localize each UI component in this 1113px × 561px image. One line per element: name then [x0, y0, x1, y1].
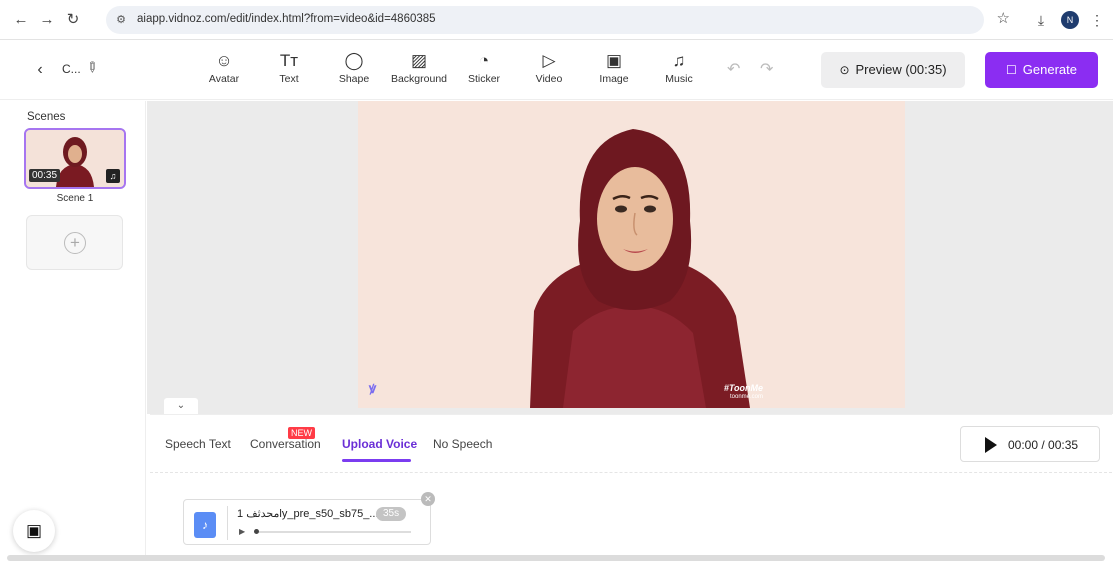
voice-duration-badge: 35s: [376, 507, 407, 521]
tool-label: Background: [390, 73, 448, 85]
reload-icon[interactable]: ↻: [62, 9, 84, 31]
tab-no-speech[interactable]: No Speech: [433, 437, 492, 451]
site-settings-icon[interactable]: ⚙: [112, 11, 130, 29]
tool-avatar[interactable]: ☺ Avatar: [194, 50, 254, 85]
tool-sticker[interactable]: ◔ Sticker: [454, 50, 514, 85]
generate-button[interactable]: ☐ Generate: [985, 52, 1098, 88]
tab-upload-voice[interactable]: Upload Voice: [342, 437, 417, 451]
scrubber-track[interactable]: [259, 531, 411, 533]
scene-label: Scene 1: [56, 193, 94, 204]
tool-label: Text: [279, 73, 299, 85]
preview-label: Preview (00:35): [855, 62, 947, 77]
back-button[interactable]: ‹: [28, 58, 52, 82]
avatar-image[interactable]: [358, 101, 905, 408]
play-icon[interactable]: [985, 437, 997, 453]
background-icon: ▨: [410, 51, 428, 70]
scene-thumbnail[interactable]: 00:35 ♫: [24, 128, 126, 189]
tool-label: Music: [665, 73, 693, 85]
tool-image[interactable]: ▣ Image: [584, 50, 644, 85]
kebab-menu-icon[interactable]: ⋮: [1086, 9, 1108, 31]
video-icon: ▷: [542, 51, 556, 70]
audio-file-icon: ♪: [194, 512, 216, 538]
profile-avatar[interactable]: N: [1061, 11, 1079, 29]
scenes-panel: Scenes 00:35 ♫ Scene 1 + ▣: [0, 101, 146, 561]
download-icon[interactable]: ⤓: [1030, 9, 1052, 31]
tool-label: Sticker: [467, 73, 501, 85]
vidnoz-logo-icon: ꝟ: [369, 380, 377, 396]
generate-label: Generate: [1022, 62, 1077, 77]
bookmark-star-icon[interactable]: ☆: [997, 9, 1010, 27]
plus-icon: +: [64, 232, 86, 254]
add-scene-button[interactable]: +: [26, 215, 123, 270]
video-canvas[interactable]: ꝟ #ToonMe toonme.com: [358, 101, 905, 408]
undo-icon[interactable]: ↶: [727, 59, 740, 79]
preview-button[interactable]: ⊙ Preview (00:35): [821, 52, 965, 88]
active-tab-indicator: [342, 459, 411, 462]
tool-text[interactable]: Tт Text: [259, 50, 319, 85]
shape-icon: ◯: [344, 51, 364, 70]
tool-label: Avatar: [208, 73, 240, 85]
image-icon: ▣: [605, 51, 623, 70]
tool-music[interactable]: ♫ Music: [649, 50, 709, 85]
music-icon: ♫: [672, 51, 686, 70]
redo-icon[interactable]: ↷: [760, 59, 773, 79]
uploaded-voice-card[interactable]: ♪ 1 محدثفly_pre_s50_sb75_... 35s ▶ ✕: [183, 492, 435, 545]
tool-video[interactable]: ▷ Video: [519, 50, 579, 85]
generate-icon: ☐: [1006, 63, 1017, 77]
tab-divider: [150, 472, 1112, 473]
canvas-stage: ꝟ #ToonMe toonme.com: [147, 101, 1113, 414]
horizontal-scrollbar[interactable]: [7, 555, 1105, 561]
audio-player[interactable]: 00:00 / 00:35: [960, 426, 1100, 462]
sticker-icon: ◔: [478, 51, 490, 70]
forward-arrow-icon[interactable]: →: [36, 9, 58, 31]
address-bar[interactable]: ⚙ aiapp.vidnoz.com/edit/index.html?from=…: [106, 6, 1010, 34]
chat-support-icon[interactable]: ▣: [13, 510, 55, 552]
text-icon: Tт: [279, 51, 299, 70]
watermark-site: toonme.com: [729, 394, 763, 400]
edit-pen-icon[interactable]: ✎: [82, 57, 102, 77]
scenes-title: Scenes: [27, 111, 66, 123]
card-divider: [227, 506, 228, 540]
remove-file-icon[interactable]: ✕: [421, 492, 435, 506]
tab-speech-text[interactable]: Speech Text: [165, 437, 231, 451]
tab-conversation[interactable]: Conversation: [250, 437, 321, 451]
play-circle-icon: ⊙: [839, 63, 850, 77]
mini-play-icon[interactable]: ▶: [239, 527, 245, 536]
watermark-tag: #ToonMe: [723, 383, 763, 393]
back-arrow-icon[interactable]: ←: [10, 9, 32, 31]
editor-toolbar: ‹ C... ✎ ☺ Avatar Tт Text ◯ Shape ▨ Back…: [0, 40, 1113, 100]
tool-label: Video: [535, 73, 563, 85]
voice-file-name: 1 محدثفly_pre_s50_sb75_...: [237, 508, 377, 520]
scene-duration: 00:35: [29, 169, 61, 182]
tool-background[interactable]: ▨ Background: [389, 50, 449, 85]
player-time: 00:00 / 00:35: [1008, 438, 1079, 452]
url-text[interactable]: aiapp.vidnoz.com/edit/index.html?from=vi…: [137, 13, 436, 25]
browser-toolbar: ← → ↻ ⚙ aiapp.vidnoz.com/edit/index.html…: [0, 0, 1113, 40]
collapse-panel-chevron-icon[interactable]: ⌄: [164, 398, 198, 414]
tool-label: Image: [599, 73, 629, 85]
speech-panel: Speech Text Conversation NEW Upload Voic…: [150, 414, 1112, 555]
project-name[interactable]: C...: [62, 62, 81, 76]
avatar-icon: ☺: [215, 51, 233, 70]
music-note-icon: ♫: [106, 169, 120, 183]
tool-label: Shape: [338, 73, 370, 85]
new-badge: NEW: [288, 427, 315, 439]
tool-shape[interactable]: ◯ Shape: [324, 50, 384, 85]
